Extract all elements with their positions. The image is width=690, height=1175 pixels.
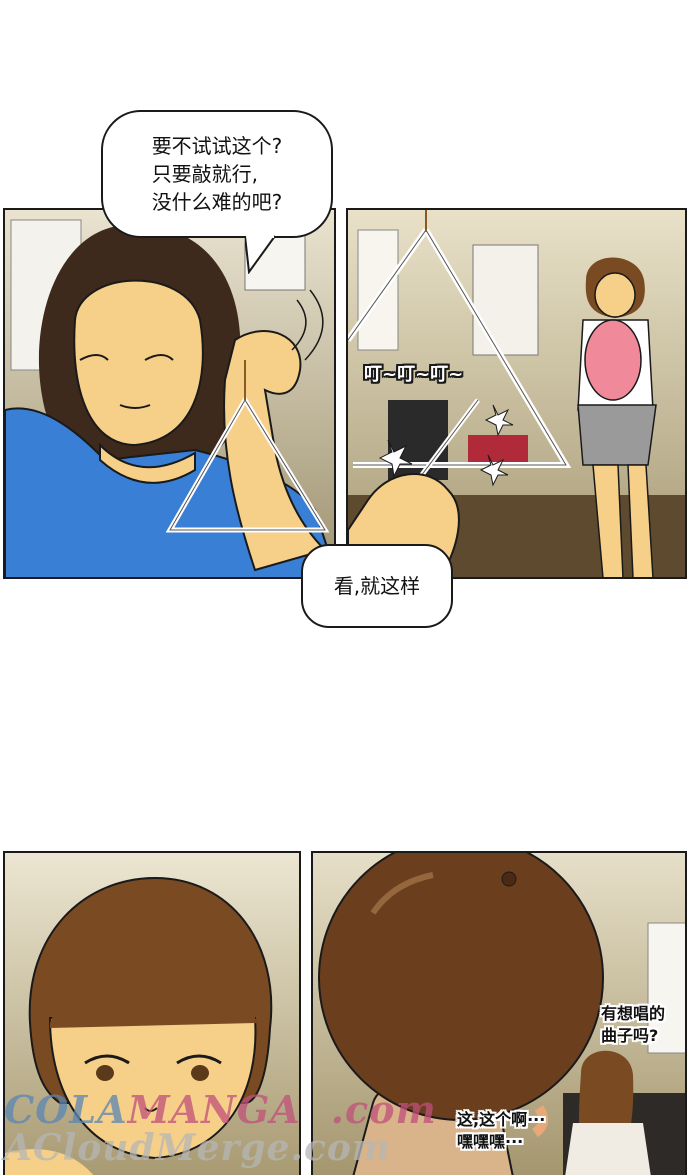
watermark-manga: MANGA (127, 1087, 301, 1132)
panel-triangle-strike: 叮~叮~叮~ (346, 208, 687, 579)
watermark-com: .com (330, 1087, 437, 1132)
panel-strike-art (348, 210, 685, 577)
speech-text-top: 要不试试这个? 只要敲就行, 没什么难的吧? (151, 134, 283, 214)
speech-text-middle: 看,就这样 (333, 574, 421, 598)
panel-man-with-triangle (3, 208, 336, 579)
sfx-ting: 叮~叮~叮~ (364, 364, 464, 385)
speech-bubble-middle: 看,就这样 (301, 544, 453, 628)
panel-man-art (5, 210, 334, 577)
watermark: COLAMANGA .com ACloudMerge.com (0, 1085, 690, 1175)
watermark-acloudmerge: ACloudMerge.com (4, 1127, 391, 1169)
speech-bubble-tail-top (245, 234, 276, 274)
dialogue-ask-song: 有想唱的 曲子吗? (601, 1004, 666, 1045)
watermark-cola: COLA (4, 1087, 128, 1132)
speech-bubble-top: 要不试试这个? 只要敲就行, 没什么难的吧? (101, 110, 333, 238)
